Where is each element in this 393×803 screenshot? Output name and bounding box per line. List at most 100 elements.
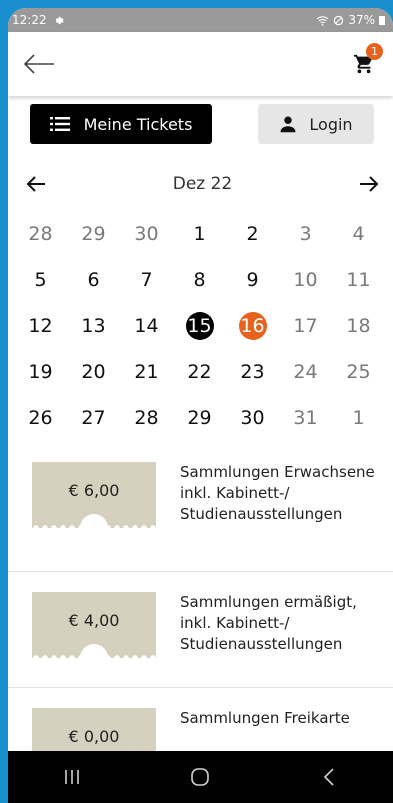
app-header: 1 — [8, 32, 393, 96]
calendar-day[interactable]: 28 — [14, 220, 67, 248]
ticket-description: Sammlungen Erwachsene inkl. Kabinett-/ Stu… — [180, 462, 375, 571]
previous-month-arrow-icon[interactable] — [26, 175, 46, 193]
action-buttons: Meine Tickets Login — [8, 96, 393, 144]
ticket-description-line: Sammlungen ermäßigt, — [180, 593, 357, 611]
calendar-day[interactable]: 27 — [67, 404, 120, 432]
battery-icon — [379, 16, 385, 25]
calendar-grid: 28 29 30 1 2 3 4 5 6 7 8 9 10 11 12 13 14 15 16 17 18 19 20 21 2… — [8, 220, 393, 432]
calendar-day[interactable]: 29 — [67, 220, 120, 248]
calendar-day[interactable]: 3 — [279, 220, 332, 248]
calendar-day[interactable]: 2 — [226, 220, 279, 248]
calendar-day-number: 24 — [293, 361, 318, 383]
calendar-day[interactable]: 20 — [67, 358, 120, 386]
calendar-day-number: 14 — [134, 315, 159, 337]
calendar-day[interactable]: 30 — [120, 220, 173, 248]
calendar-day[interactable]: 1 — [332, 404, 385, 432]
calendar-day[interactable]: 10 — [279, 266, 332, 294]
calendar-day-number: 6 — [87, 269, 100, 291]
ticket-price: € 4,00 — [68, 610, 120, 630]
month-navigation: Dez 22 — [8, 170, 393, 198]
login-button[interactable]: Login — [258, 104, 374, 144]
calendar-day[interactable]: 23 — [226, 358, 279, 386]
back-arrow-icon[interactable] — [22, 53, 56, 75]
next-month-arrow-icon[interactable] — [359, 175, 379, 193]
calendar-day-number: 25 — [346, 361, 371, 383]
calendar-day-number: 18 — [346, 315, 371, 337]
calendar-day-number: 11 — [346, 269, 371, 291]
calendar-day-number: 16 — [238, 312, 267, 340]
calendar-day-number: 1 — [193, 223, 206, 245]
calendar-day[interactable]: 28 — [120, 404, 173, 432]
calendar-day[interactable]: 5 — [14, 266, 67, 294]
my-tickets-button[interactable]: Meine Tickets — [30, 104, 212, 144]
ticket-item[interactable]: € 4,00 Sammlungen ermäßigt, inkl. Kabinett… — [8, 572, 393, 688]
calendar-day-number: 1 — [352, 407, 365, 429]
ticket-description-line: Sammlungen Freikarte — [180, 709, 350, 727]
calendar-day[interactable]: 30 — [226, 404, 279, 432]
status-bar: 12:22 37% — [8, 8, 393, 32]
recent-apps-icon — [65, 770, 79, 784]
ticket-item[interactable]: € 6,00 Sammlungen Erwachsene inkl. Kabinet… — [8, 458, 393, 572]
month-label: Dez 22 — [172, 174, 233, 194]
calendar-day-number: 4 — [352, 223, 365, 245]
ticket-price-stub: € 4,00 — [32, 592, 156, 658]
ticket-description-line: Sammlungen Erwachsene — [180, 463, 375, 481]
calendar-day-number: 19 — [28, 361, 53, 383]
calendar-day-number: 28 — [134, 407, 159, 429]
calendar-day-number: 17 — [293, 315, 318, 337]
stub-notch-decoration — [80, 644, 108, 658]
calendar-day-number: 27 — [81, 407, 106, 429]
calendar-day-number: 3 — [299, 223, 312, 245]
calendar-day[interactable]: 17 — [279, 312, 332, 340]
ticket-price-stub: € 6,00 — [32, 462, 156, 528]
calendar-day-number: 30 — [134, 223, 159, 245]
calendar-day[interactable]: 26 — [14, 404, 67, 432]
do-not-disturb-icon — [334, 15, 344, 25]
system-back-button[interactable] — [299, 757, 359, 797]
battery-percent: 37% — [348, 13, 375, 27]
calendar-day-number: 30 — [240, 407, 265, 429]
calendar-day-number: 8 — [193, 269, 206, 291]
calendar-day-number: 5 — [34, 269, 47, 291]
calendar-day[interactable]: 4 — [332, 220, 385, 248]
calendar-day-number: 12 — [28, 315, 53, 337]
calendar-day-number: 28 — [28, 223, 53, 245]
calendar-day-number: 21 — [134, 361, 159, 383]
home-button[interactable] — [170, 757, 230, 797]
calendar-day[interactable]: 24 — [279, 358, 332, 386]
calendar-day-selected[interactable]: 15 — [173, 312, 226, 340]
calendar-day[interactable]: 19 — [14, 358, 67, 386]
calendar-day[interactable]: 6 — [67, 266, 120, 294]
ticket-description: Sammlungen ermäßigt, inkl. Kabinett-/ Stud… — [180, 592, 357, 687]
calendar-day[interactable]: 11 — [332, 266, 385, 294]
calendar-day[interactable]: 29 — [173, 404, 226, 432]
calendar-day-highlighted[interactable]: 16 — [226, 312, 279, 340]
calendar-day[interactable]: 18 — [332, 312, 385, 340]
calendar-day[interactable]: 13 — [67, 312, 120, 340]
calendar-day-number: 10 — [293, 269, 318, 291]
calendar-day-number: 22 — [187, 361, 212, 383]
recent-apps-button[interactable] — [42, 757, 102, 797]
ticket-description-line: inkl. Kabinett-/ — [180, 484, 290, 502]
calendar-day-number: 29 — [81, 223, 106, 245]
ticket-description-line: Studienausstellungen — [180, 635, 343, 653]
calendar-day[interactable]: 1 — [173, 220, 226, 248]
calendar-day[interactable]: 8 — [173, 266, 226, 294]
cart-button[interactable]: 1 — [349, 43, 383, 79]
calendar-day[interactable]: 9 — [226, 266, 279, 294]
ticket-description-line: Studienausstellungen — [180, 505, 343, 523]
calendar-day[interactable]: 31 — [279, 404, 332, 432]
cart-count-badge: 1 — [366, 43, 383, 60]
calendar-day[interactable]: 25 — [332, 358, 385, 386]
ticket-price: € 0,00 — [68, 726, 120, 746]
stub-notch-decoration — [80, 514, 108, 528]
calendar-day[interactable]: 22 — [173, 358, 226, 386]
calendar-day[interactable]: 21 — [120, 358, 173, 386]
my-tickets-label: Meine Tickets — [83, 114, 193, 134]
calendar-day[interactable]: 7 — [120, 266, 173, 294]
calendar-day[interactable]: 14 — [120, 312, 173, 340]
calendar-day[interactable]: 12 — [14, 312, 67, 340]
calendar-day-number: 26 — [28, 407, 53, 429]
list-icon — [49, 117, 70, 131]
ticket-price: € 6,00 — [68, 480, 120, 500]
